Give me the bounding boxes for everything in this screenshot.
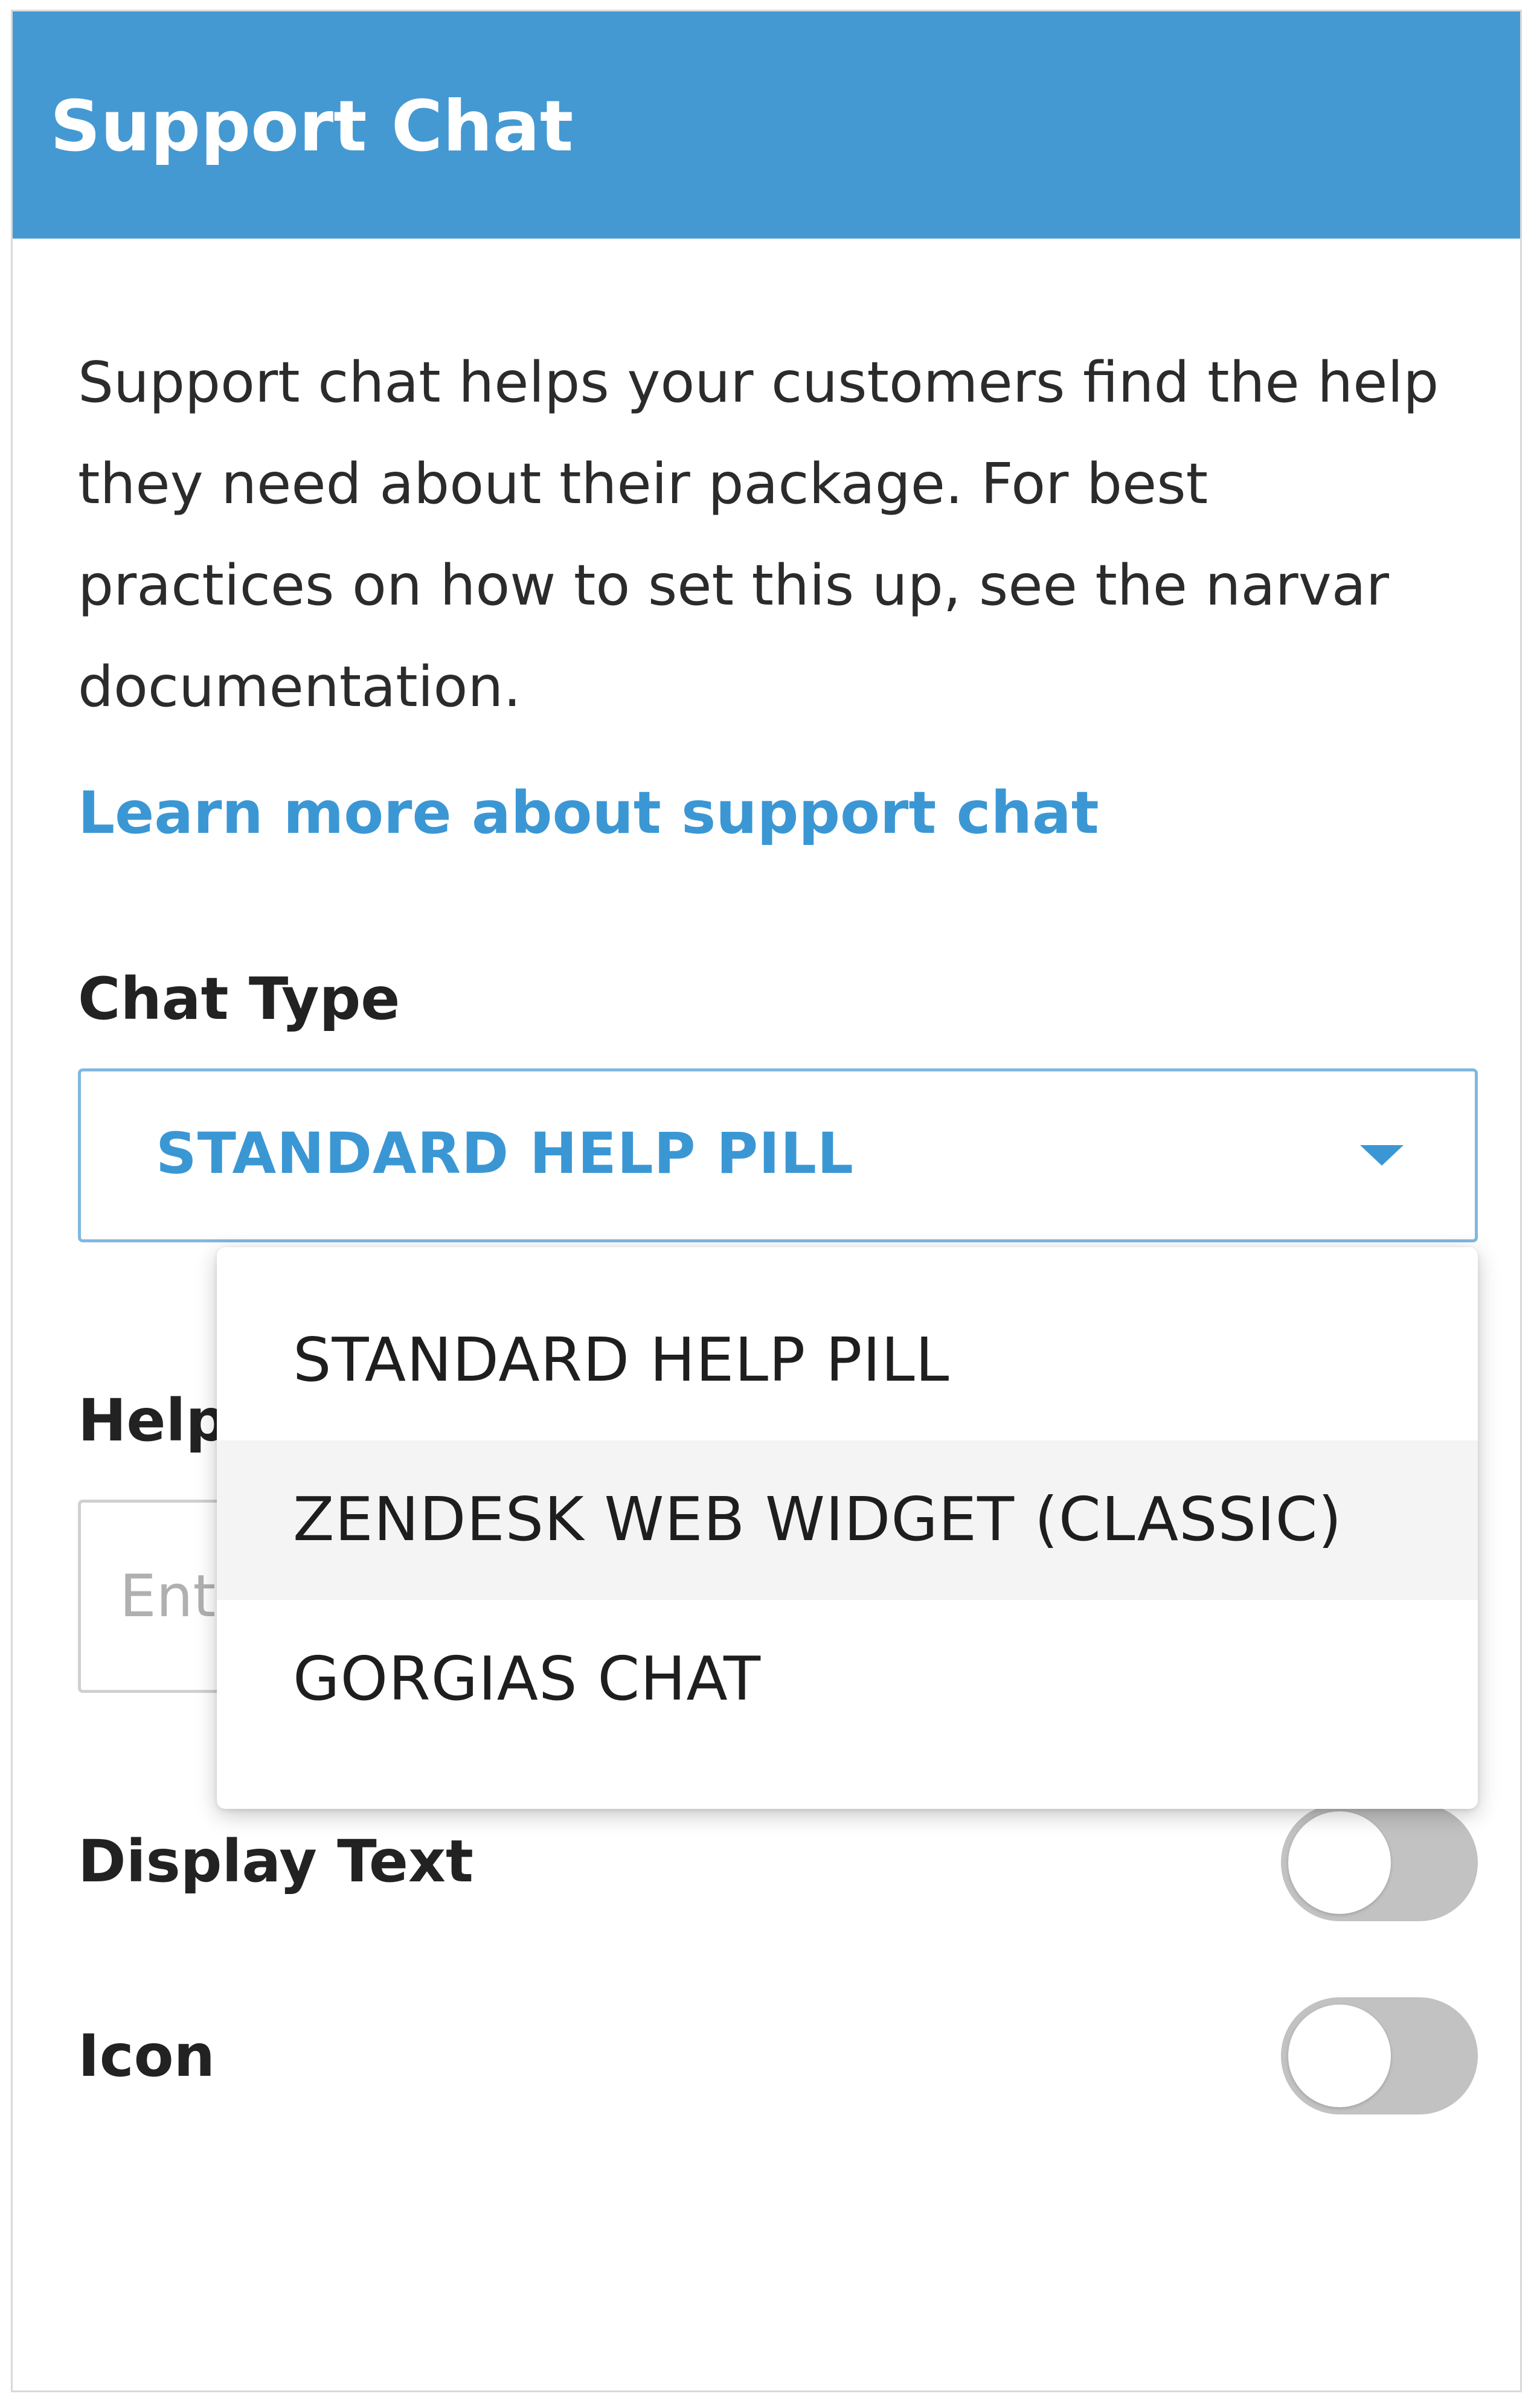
dropdown-option-zendesk-web-widget[interactable]: ZENDESK WEB WIDGET (CLASSIC) (217, 1440, 1478, 1600)
chat-type-select[interactable]: STANDARD HELP PILL (78, 1068, 1478, 1242)
dropdown-option-label: STANDARD HELP PILL (293, 1324, 950, 1395)
panel-header: Support Chat (13, 11, 1520, 239)
description-text: Support chat helps your customers find t… (78, 350, 1439, 719)
chat-type-selected-value: STANDARD HELP PILL (156, 1121, 854, 1187)
chat-type-dropdown-menu: STANDARD HELP PILL ZENDESK WEB WIDGET (C… (217, 1247, 1478, 1809)
display-text-toggle[interactable] (1281, 1804, 1478, 1921)
display-text-label: Display Text (78, 1828, 473, 1895)
learn-more-link[interactable]: Learn more about support chat (78, 774, 1099, 852)
dropdown-option-label: GORGIAS CHAT (293, 1643, 762, 1714)
help-label: Help (78, 1387, 228, 1454)
support-chat-panel: Support Chat Support chat helps your cus… (11, 10, 1522, 2392)
icon-toggle[interactable] (1281, 1997, 1478, 2114)
dropdown-option-gorgias-chat[interactable]: GORGIAS CHAT (217, 1600, 1478, 1759)
caret-down-icon (1360, 1145, 1404, 1166)
toggle-knob (1288, 2005, 1391, 2107)
icon-label: Icon (78, 2022, 215, 2090)
toggle-knob (1288, 1811, 1391, 1914)
dropdown-option-standard-help-pill[interactable]: STANDARD HELP PILL (217, 1281, 1478, 1440)
chat-type-label: Chat Type (78, 965, 400, 1033)
dropdown-option-label: ZENDESK WEB WIDGET (CLASSIC) (293, 1484, 1343, 1555)
page-title: Support Chat (50, 86, 574, 167)
